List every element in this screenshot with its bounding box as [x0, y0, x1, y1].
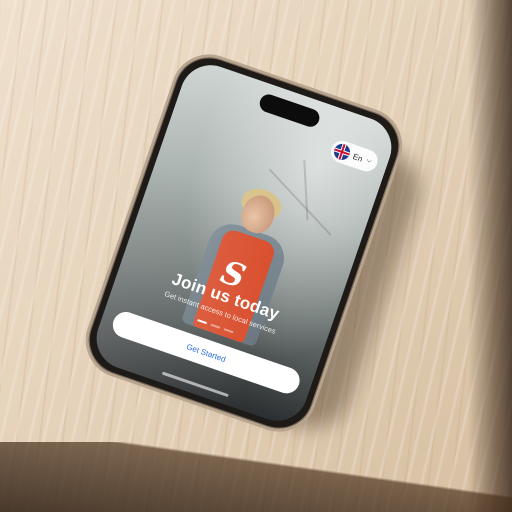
table-edge-shadow [468, 0, 512, 512]
language-label: En [351, 151, 364, 164]
uk-flag-icon [331, 141, 353, 163]
language-selector[interactable]: En ⌵ [327, 137, 381, 175]
chevron-down-icon: ⌵ [365, 156, 373, 165]
table-edge-shadow [0, 442, 512, 512]
